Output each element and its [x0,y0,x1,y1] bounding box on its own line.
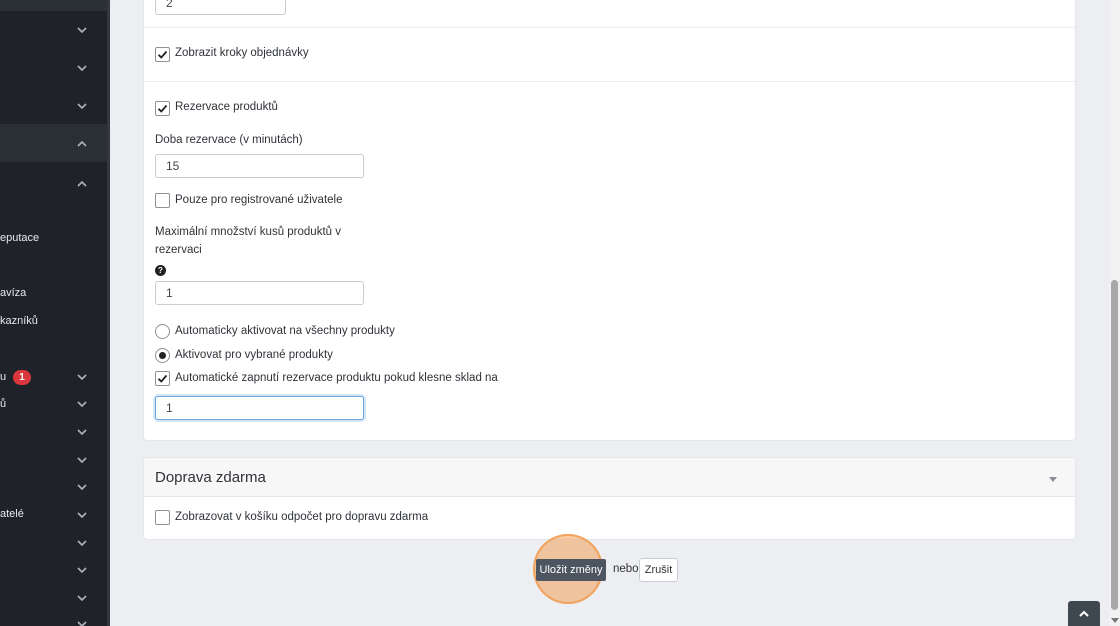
activate-selected-radio[interactable] [155,348,170,363]
show-countdown-label: Zobrazovat v košíku odpočet pro dopravu … [175,511,429,523]
auto-reservation-checkbox[interactable] [155,371,170,386]
free-shipping-card: Doprava zdarma [143,457,1076,540]
chevron-down-icon[interactable] [76,398,88,410]
top-number-input[interactable]: 2 [155,0,286,15]
chevron-down-icon[interactable] [76,592,88,604]
chevron-down-icon[interactable] [76,24,88,36]
reservation-time-input[interactable]: 15 [155,154,364,178]
scroll-down-arrow-icon[interactable] [1111,618,1119,623]
show-countdown-checkbox[interactable] [155,510,170,525]
activate-all-radio[interactable] [155,324,170,339]
show-order-steps-label: Zobrazit kroky objednávky [175,47,309,59]
reservation-time-label: Doba rezervace (v minutách) [155,134,303,146]
sidebar-active-item[interactable] [0,124,107,162]
sidebar-item-label[interactable]: ů [0,398,6,410]
scroll-to-top-button[interactable] [1068,601,1100,626]
help-icon[interactable]: ? [155,265,166,276]
sidebar-item-label[interactable]: avíza [0,287,26,299]
chevron-down-icon[interactable] [76,100,88,112]
product-reservation-label: Rezervace produktů [175,101,278,113]
chevron-down-icon[interactable] [76,509,88,521]
chevron-down-icon[interactable] [76,454,88,466]
or-text: nebo [613,563,639,575]
page-scrollbar[interactable] [1109,0,1120,626]
chevron-down-icon[interactable] [76,564,88,576]
auto-reservation-label: Automatické zapnutí rezervace produktu p… [175,372,498,384]
auto-reservation-stock-input[interactable]: 1 [155,396,364,420]
caret-down-icon[interactable] [1049,477,1057,482]
product-reservation-checkbox[interactable] [155,101,170,116]
notification-badge: 1 [13,370,31,385]
chevron-up-icon[interactable] [76,138,88,150]
show-order-steps-checkbox[interactable] [155,47,170,62]
scrollbar-thumb[interactable] [1111,280,1118,610]
free-shipping-title: Doprava zdarma [155,469,266,486]
chevron-down-icon[interactable] [76,426,88,438]
registered-only-checkbox[interactable] [155,193,170,208]
activate-selected-label: Aktivovat pro vybrané produkty [175,349,333,361]
sidebar-top-bar [0,0,110,11]
sidebar-item-label[interactable]: u [0,371,6,383]
chevron-down-icon[interactable] [76,618,88,626]
cancel-button[interactable]: Zrušit [639,558,678,582]
chevron-down-icon[interactable] [76,371,88,383]
registered-only-label: Pouze pro registrované uživatele [175,194,343,206]
sidebar-item-label[interactable]: eputace [0,232,39,244]
sidebar-edge [107,0,110,626]
activate-all-label: Automaticky aktivovat na všechny produkt… [175,325,395,337]
chevron-up-icon[interactable] [76,178,88,190]
chevron-down-icon[interactable] [76,62,88,74]
free-shipping-header[interactable]: Doprava zdarma [144,458,1075,497]
max-quantity-input[interactable]: 1 [155,281,364,305]
max-quantity-label-cont: rezervaci [155,244,202,256]
chevron-down-icon[interactable] [76,481,88,493]
divider [143,81,1076,82]
chevron-down-icon[interactable] [76,537,88,549]
sidebar: eputace avíza kazníků u 1 ů atelé [0,0,110,626]
max-quantity-label: Maximální množství kusů produktů v [155,226,341,238]
sidebar-item-label[interactable]: atelé [0,508,24,520]
divider [143,27,1076,28]
chevron-up-icon [1079,610,1089,617]
save-changes-button[interactable]: Uložit změny [536,559,606,581]
sidebar-item-label[interactable]: kazníků [0,315,38,327]
